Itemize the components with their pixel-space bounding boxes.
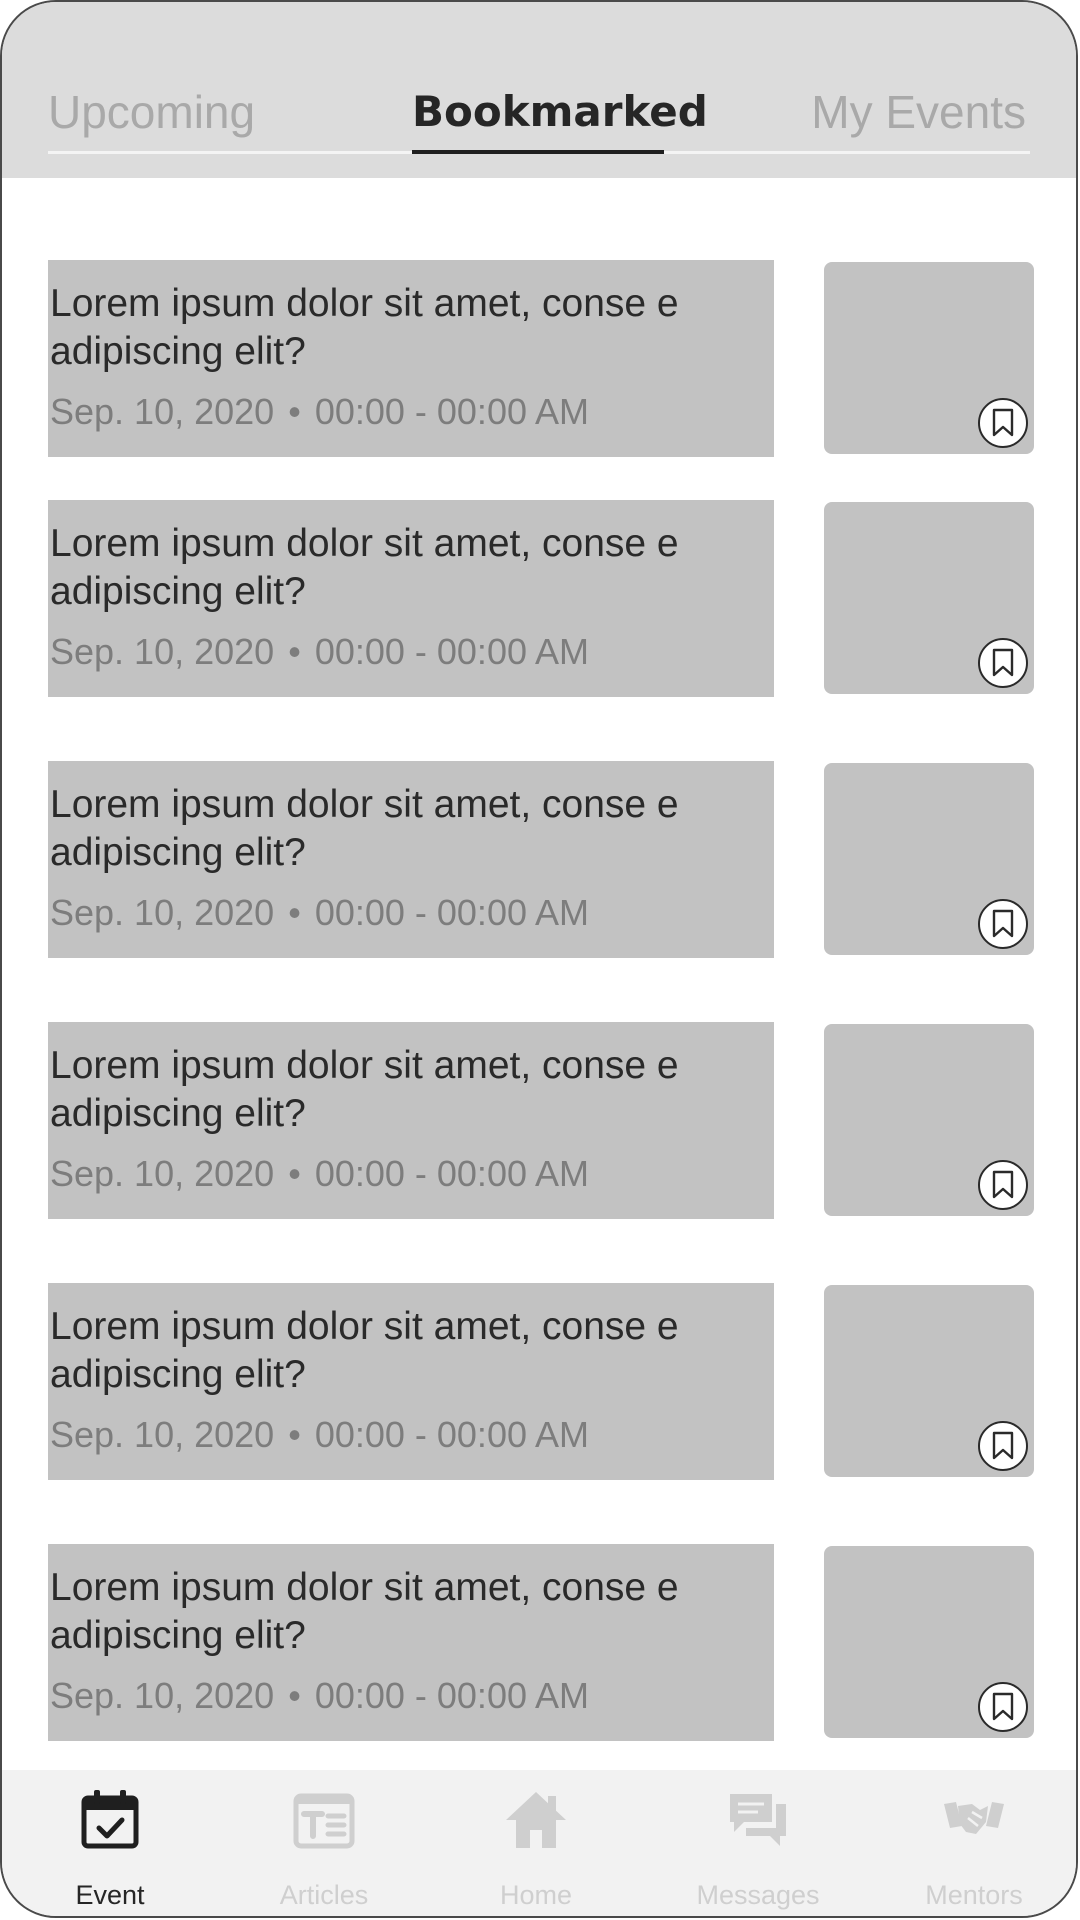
nav-label: Messages: [696, 1880, 820, 1910]
nav-label: Articles: [279, 1880, 369, 1910]
home-icon: [506, 1792, 566, 1848]
bookmark-icon: [992, 1692, 1014, 1721]
event-card[interactable]: Lorem ipsum dolor sit amet, conse e adip…: [48, 761, 1034, 961]
event-meta: Sep. 10, 2020 • 00:00 - 00:00 AM: [50, 1154, 589, 1194]
event-card[interactable]: Lorem ipsum dolor sit amet, conse e adip…: [48, 1283, 1034, 1483]
event-thumbnail[interactable]: [824, 502, 1034, 694]
event-thumbnail[interactable]: [824, 1285, 1034, 1477]
bookmark-icon: [992, 1431, 1014, 1460]
event-meta: Sep. 10, 2020 • 00:00 - 00:00 AM: [50, 1415, 589, 1455]
event-time: 00:00 - 00:00 AM: [314, 1153, 589, 1194]
event-title: Lorem ipsum dolor sit amet, conse e adip…: [50, 1044, 679, 1135]
event-card[interactable]: Lorem ipsum dolor sit amet, conse e adip…: [48, 260, 1034, 460]
event-text-block[interactable]: Lorem ipsum dolor sit amet, conse e adip…: [48, 761, 774, 958]
event-thumbnail[interactable]: [824, 262, 1034, 454]
bookmark-icon: [992, 1170, 1014, 1199]
event-time: 00:00 - 00:00 AM: [314, 1675, 589, 1716]
meta-separator: •: [288, 391, 301, 432]
event-meta: Sep. 10, 2020 • 00:00 - 00:00 AM: [50, 893, 589, 933]
event-text-block[interactable]: Lorem ipsum dolor sit amet, conse e adip…: [48, 1283, 774, 1480]
event-meta: Sep. 10, 2020 • 00:00 - 00:00 AM: [50, 392, 589, 432]
bottom-nav: Event Articles Home Messages Mentors: [2, 1770, 1076, 1916]
meta-separator: •: [288, 892, 301, 933]
event-meta: Sep. 10, 2020 • 00:00 - 00:00 AM: [50, 1676, 589, 1716]
bookmark-button[interactable]: [978, 899, 1028, 949]
event-title: Lorem ipsum dolor sit amet, conse e adip…: [50, 522, 679, 613]
event-date: Sep. 10, 2020: [50, 631, 275, 672]
tab-upcoming[interactable]: Upcoming: [48, 88, 255, 136]
active-tab-indicator: [412, 150, 664, 154]
meta-separator: •: [288, 631, 301, 672]
event-date: Sep. 10, 2020: [50, 391, 275, 432]
nav-event[interactable]: Event: [20, 1770, 200, 1916]
event-text-block[interactable]: Lorem ipsum dolor sit amet, conse e adip…: [48, 500, 774, 697]
handshake-icon: [944, 1802, 1004, 1834]
nav-articles[interactable]: Articles: [234, 1770, 414, 1916]
event-card[interactable]: Lorem ipsum dolor sit amet, conse e adip…: [48, 500, 1034, 700]
nav-home[interactable]: Home: [446, 1770, 626, 1916]
event-title: Lorem ipsum dolor sit amet, conse e adip…: [50, 282, 679, 373]
nav-messages[interactable]: Messages: [668, 1770, 848, 1916]
event-date: Sep. 10, 2020: [50, 1675, 275, 1716]
calendar-check-icon: [81, 1790, 139, 1849]
event-text-block[interactable]: Lorem ipsum dolor sit amet, conse e adip…: [48, 1544, 774, 1741]
event-text-block[interactable]: Lorem ipsum dolor sit amet, conse e adip…: [48, 260, 774, 457]
phone-frame: Upcoming Bookmarked My Events Lorem ipsu…: [0, 0, 1078, 1918]
meta-separator: •: [288, 1414, 301, 1455]
event-title: Lorem ipsum dolor sit amet, conse e adip…: [50, 1305, 679, 1396]
event-meta: Sep. 10, 2020 • 00:00 - 00:00 AM: [50, 632, 589, 672]
nav-label: Mentors: [925, 1880, 1023, 1910]
event-time: 00:00 - 00:00 AM: [314, 892, 589, 933]
event-thumbnail[interactable]: [824, 1546, 1034, 1738]
bookmark-button[interactable]: [978, 1160, 1028, 1210]
bookmark-icon: [992, 408, 1014, 437]
event-thumbnail[interactable]: [824, 1024, 1034, 1216]
tab-header: Upcoming Bookmarked My Events: [2, 2, 1076, 178]
event-card[interactable]: Lorem ipsum dolor sit amet, conse e adip…: [48, 1022, 1034, 1222]
bookmark-button[interactable]: [978, 1682, 1028, 1732]
event-date: Sep. 10, 2020: [50, 1414, 275, 1455]
event-time: 00:00 - 00:00 AM: [314, 391, 589, 432]
tab-my-events[interactable]: My Events: [811, 88, 1026, 136]
event-text-block[interactable]: Lorem ipsum dolor sit amet, conse e adip…: [48, 1022, 774, 1219]
bookmark-button[interactable]: [978, 1421, 1028, 1471]
bookmark-button[interactable]: [978, 638, 1028, 688]
nav-label: Event: [75, 1880, 145, 1910]
event-title: Lorem ipsum dolor sit amet, conse e adip…: [50, 1566, 679, 1657]
nav-label: Home: [499, 1880, 573, 1910]
event-date: Sep. 10, 2020: [50, 1153, 275, 1194]
event-time: 00:00 - 00:00 AM: [314, 1414, 589, 1455]
bookmark-icon: [992, 909, 1014, 938]
article-icon: [293, 1793, 355, 1849]
event-title: Lorem ipsum dolor sit amet, conse e adip…: [50, 783, 679, 874]
event-time: 00:00 - 00:00 AM: [314, 631, 589, 672]
meta-separator: •: [288, 1153, 301, 1194]
bookmark-button[interactable]: [978, 398, 1028, 448]
bookmark-icon: [992, 648, 1014, 677]
event-date: Sep. 10, 2020: [50, 892, 275, 933]
nav-mentors[interactable]: Mentors: [884, 1770, 1064, 1916]
event-card[interactable]: Lorem ipsum dolor sit amet, conse e adip…: [48, 1544, 1034, 1744]
meta-separator: •: [288, 1675, 301, 1716]
tab-bookmarked[interactable]: Bookmarked: [412, 88, 708, 136]
messages-icon: [730, 1794, 786, 1846]
event-thumbnail[interactable]: [824, 763, 1034, 955]
